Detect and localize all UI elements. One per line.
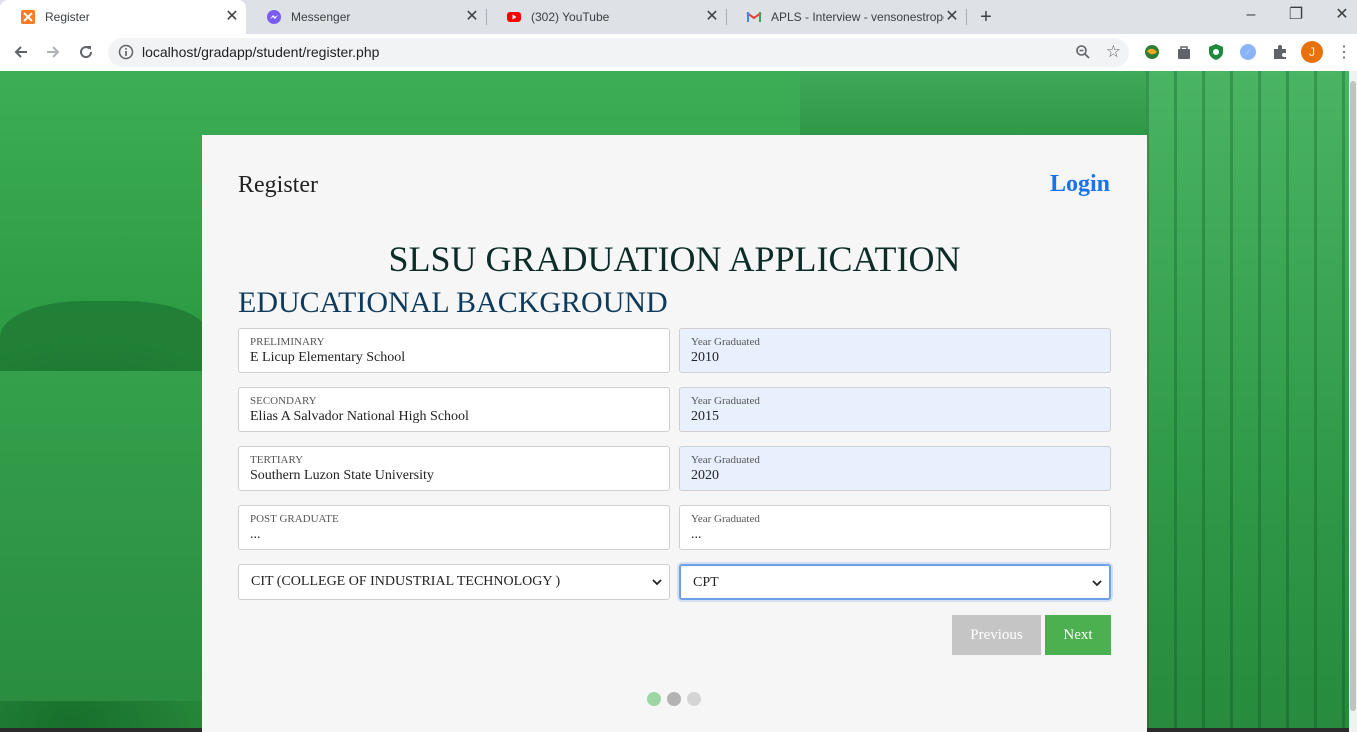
close-icon[interactable]: ✕ [224, 9, 240, 25]
tab-separator [966, 9, 967, 25]
field-label: Year Graduated [691, 395, 760, 407]
app-title: SLSU GRADUATION APPLICATION [388, 239, 961, 279]
gmail-icon [746, 9, 762, 25]
previous-button[interactable]: Previous [952, 615, 1041, 655]
preliminary-year-field[interactable]: Year Graduated 2010 [679, 328, 1111, 373]
post-graduate-year-field[interactable]: Year Graduated ... [679, 505, 1111, 550]
maximize-button[interactable]: ❐ [1274, 4, 1318, 26]
youtube-icon [506, 9, 522, 25]
field-value: ... [250, 527, 261, 542]
register-card: Register Login SLSU GRADUATION APPLICATI… [202, 135, 1147, 732]
bookmark-star-icon[interactable]: ☆ [1106, 42, 1121, 62]
course-select[interactable]: CPT [679, 564, 1111, 600]
url-text: localhost/gradapp/student/register.php [142, 44, 380, 60]
section-title: EDUCATIONAL BACKGROUND [238, 286, 668, 319]
close-window-button[interactable]: ✕ [1320, 4, 1357, 26]
tab-strip: Register ✕ Messenger ✕ (302) YouTube ✕ A… [0, 0, 1357, 34]
vertical-scrollbar[interactable] [1349, 71, 1357, 732]
step-dot-2 [667, 692, 681, 706]
tab-title: Register [45, 10, 90, 24]
back-button[interactable] [9, 40, 33, 64]
college-select-value: CIT (COLLEGE OF INDUSTRIAL TECHNOLOGY ) [251, 574, 561, 589]
field-label: Year Graduated [691, 454, 760, 466]
background-lawn [0, 371, 210, 701]
tab-title: APLS - Interview - vensonestrope [771, 10, 944, 24]
tab-messenger[interactable]: Messenger ✕ [246, 0, 486, 34]
back-arrow-icon [14, 46, 27, 58]
close-icon[interactable]: ✕ [704, 9, 720, 25]
close-icon[interactable]: ✕ [944, 9, 960, 25]
forward-arrow-icon [47, 46, 60, 58]
tab-gmail[interactable]: APLS - Interview - vensonestrope ✕ [726, 0, 966, 34]
field-value: Southern Luzon State University [250, 468, 434, 483]
address-bar[interactable]: localhost/gradapp/student/register.php ☆ [108, 38, 1129, 67]
bag-extension-icon[interactable] [1175, 43, 1193, 61]
login-link[interactable]: Login [1050, 171, 1110, 198]
tab-youtube[interactable]: (302) YouTube ✕ [486, 0, 726, 34]
field-value: Elias A Salvador National High School [250, 409, 469, 424]
preliminary-field[interactable]: PRELIMINARY E Licup Elementary School [238, 328, 670, 373]
post-graduate-field[interactable]: POST GRADUATE ... [238, 505, 670, 550]
field-value: ... [691, 527, 702, 542]
field-label: Year Graduated [691, 513, 760, 525]
extensions-puzzle-icon[interactable] [1271, 43, 1289, 61]
profile-avatar[interactable]: J [1301, 41, 1323, 63]
course-select-value: CPT [693, 575, 719, 590]
chevron-down-icon [652, 579, 662, 586]
tab-title: (302) YouTube [531, 10, 610, 24]
field-value: 2015 [691, 409, 719, 424]
field-label: PRELIMINARY [250, 336, 325, 348]
zoom-icon[interactable] [1075, 44, 1091, 60]
field-value: E Licup Elementary School [250, 350, 406, 365]
menu-kebab-icon[interactable]: ⋮ [1335, 43, 1353, 61]
tab-register[interactable]: Register ✕ [0, 0, 246, 34]
step-dot-1 [647, 692, 661, 706]
shield-extension-icon[interactable] [1207, 43, 1225, 61]
secondary-field[interactable]: SECONDARY Elias A Salvador National High… [238, 387, 670, 432]
scrollbar-thumb[interactable] [1350, 81, 1356, 711]
field-value: 2010 [691, 350, 719, 365]
chevron-down-icon [1092, 580, 1102, 587]
info-icon [118, 44, 134, 60]
minimize-button[interactable]: – [1229, 4, 1273, 26]
step-dot-3 [687, 692, 701, 706]
tab-title: Messenger [291, 10, 351, 24]
college-select[interactable]: CIT (COLLEGE OF INDUSTRIAL TECHNOLOGY ) [238, 564, 670, 600]
reload-icon [80, 46, 93, 59]
secondary-year-field[interactable]: Year Graduated 2015 [679, 387, 1111, 432]
next-button[interactable]: Next [1045, 615, 1111, 655]
globe-extension-icon[interactable] [1143, 43, 1161, 61]
background-building [1146, 71, 1349, 732]
register-heading: Register [238, 172, 318, 198]
xampp-icon [20, 9, 36, 25]
field-label: POST GRADUATE [250, 513, 339, 525]
tertiary-field[interactable]: TERTIARY Southern Luzon State University [238, 446, 670, 491]
messenger-icon [266, 9, 282, 25]
forward-button[interactable] [41, 40, 65, 64]
tertiary-year-field[interactable]: Year Graduated 2020 [679, 446, 1111, 491]
close-icon[interactable]: ✕ [464, 9, 480, 25]
browser-toolbar: localhost/gradapp/student/register.php ☆… [0, 34, 1357, 72]
field-value: 2020 [691, 468, 719, 483]
field-label: Year Graduated [691, 336, 760, 348]
reload-button[interactable] [74, 40, 98, 64]
field-label: TERTIARY [250, 454, 304, 466]
new-tab-button[interactable]: + [976, 7, 996, 27]
field-label: SECONDARY [250, 395, 317, 407]
step-indicator [647, 692, 701, 706]
compass-extension-icon[interactable] [1239, 43, 1257, 61]
